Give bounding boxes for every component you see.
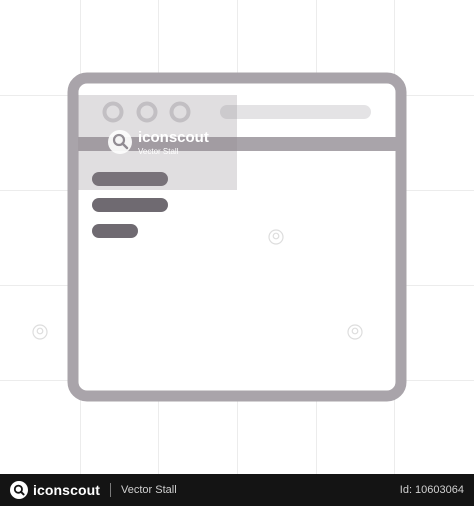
footer-brand[interactable]: iconscout: [10, 481, 100, 499]
watermark-logo-icon: [108, 130, 132, 154]
address-bar: [220, 105, 371, 119]
sidebar-line: [92, 198, 168, 212]
footer-brand-label: iconscout: [33, 482, 101, 498]
watermark-brand: iconscout: [138, 129, 209, 146]
watermark-contributor: Vector Stall: [138, 147, 179, 156]
sidebar-line: [92, 224, 138, 238]
watermark-logo-icon: [32, 324, 48, 340]
footer-contributor[interactable]: Vector Stall: [121, 484, 177, 496]
iconscout-logo-icon: [10, 481, 28, 499]
footer-bar: iconscout Vector Stall Id: 10603064: [0, 474, 474, 506]
footer-asset-id: Id: 10603064: [399, 484, 464, 496]
browser-window-icon: iconscout Vector Stall: [32, 72, 407, 402]
footer-divider: [110, 483, 112, 497]
